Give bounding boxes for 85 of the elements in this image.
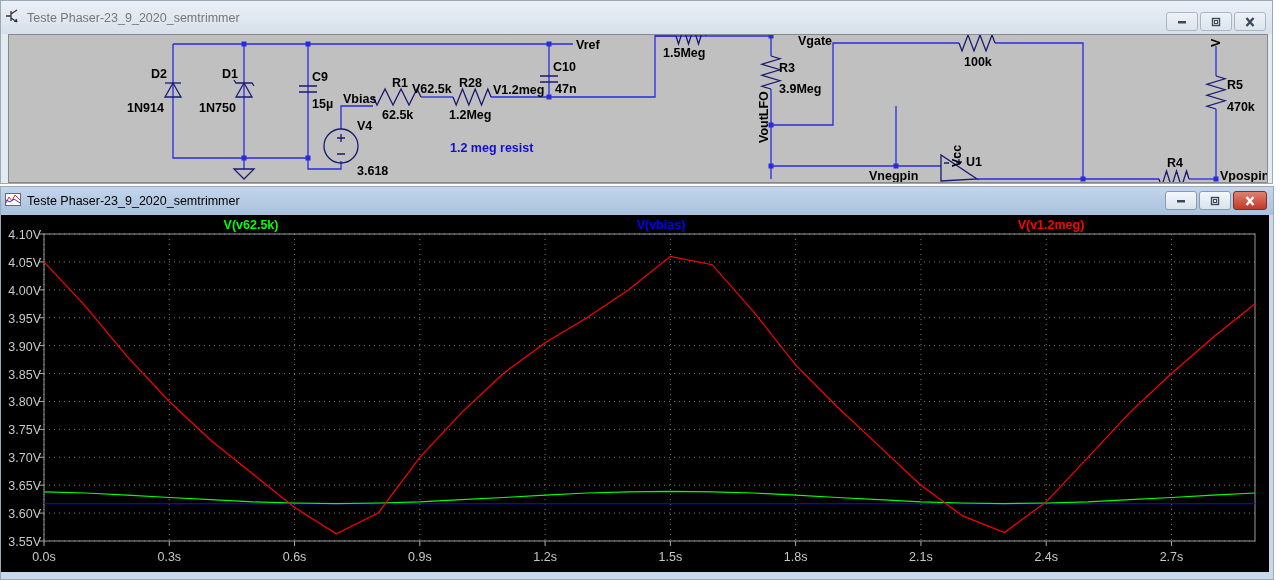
wire <box>1215 45 1217 77</box>
window-title: Teste Phaser-23_9_2020_semtrimmer <box>27 194 241 208</box>
trace-label: V(v1.2meg) <box>1017 218 1085 232</box>
maximize-icon <box>1210 16 1222 27</box>
axis-tick-label: 0.3s <box>157 550 182 564</box>
component-label: V4 <box>357 119 373 133</box>
resistor-symbol <box>1204 75 1228 110</box>
component-label: R4 <box>1167 156 1183 170</box>
axis-tick-label: 4.05V <box>8 255 41 270</box>
waveform-icon <box>5 191 21 207</box>
net-label: Vnegpin <box>869 169 919 183</box>
net-label: Vref <box>576 38 600 52</box>
wire <box>420 96 454 98</box>
resistor-symbol <box>675 34 707 47</box>
close-icon <box>1244 16 1256 27</box>
component-value: 62.5k <box>382 108 414 122</box>
component-value: 1N914 <box>127 101 164 115</box>
zener-diode-symbol <box>233 79 255 98</box>
axis-tick-label: 4.10V <box>8 228 41 242</box>
net-label: Vgate <box>798 34 833 48</box>
axis-tick-label: 1.2s <box>533 550 557 564</box>
axis-tick-label: 3.85V <box>8 367 41 382</box>
axis-tick-label: 0.6s <box>282 550 307 564</box>
resistor-symbol <box>1158 168 1190 183</box>
resistor-symbol <box>452 87 492 107</box>
component-label: R1 <box>392 76 408 90</box>
axis-tick-label: 3.95V <box>8 311 41 326</box>
trace-label: V(vbias) <box>636 218 686 232</box>
net-label: VoutLFO <box>757 91 771 143</box>
component-label: C9 <box>312 70 328 84</box>
close-icon <box>1244 195 1256 206</box>
axis-tick-label: 3.80V <box>8 395 41 410</box>
component-value: 15µ <box>312 97 334 111</box>
component-label: R5 <box>1227 78 1243 92</box>
net-label: V62.5k <box>412 82 452 96</box>
capacitor-symbol <box>298 85 318 93</box>
minimize-button[interactable] <box>1165 191 1197 210</box>
axis-tick-label: 3.65V <box>8 479 41 494</box>
component-value: 100k <box>964 55 992 69</box>
component-label: C10 <box>553 60 576 74</box>
axis-tick-label: 2.4s <box>1034 550 1059 564</box>
window-title: Teste Phaser-23_9_2020_semtrimmer <box>27 10 241 25</box>
component-value: 1.5Meg <box>663 46 706 60</box>
component-value: 3.9Meg <box>779 82 822 96</box>
net-label: Vcc <box>950 144 964 167</box>
axis-tick-label: 3.70V <box>8 451 41 466</box>
axis-tick-label: 2.1s <box>909 550 933 564</box>
component-value: 3.618 <box>357 164 389 178</box>
trace-label: V(v62.5k) <box>223 218 279 232</box>
net-label: Vbias <box>343 92 377 106</box>
component-label: D2 <box>151 67 167 81</box>
component-value: 1.2Meg <box>449 108 492 122</box>
component-label: D1 <box>222 67 238 81</box>
axis-tick-label: 1.8s <box>783 550 808 564</box>
diode-symbol <box>163 81 183 98</box>
minimize-button[interactable] <box>1166 12 1198 31</box>
capacitor-symbol <box>539 75 559 83</box>
net-label: Vpospin <box>1220 169 1268 183</box>
component-value: 470k <box>1227 100 1255 114</box>
net-label: V1.2meg <box>493 83 545 97</box>
ground-symbol <box>232 168 256 180</box>
axis-tick-label: 0.0s <box>32 550 56 564</box>
component-label: U1 <box>966 155 982 169</box>
resistor-symbol <box>958 34 996 53</box>
transistor-icon <box>5 7 21 24</box>
component-label: R28 <box>459 76 482 90</box>
axis-tick-label: 1.5s <box>658 550 683 564</box>
close-button[interactable] <box>1233 191 1267 210</box>
axis-tick-label: 3.75V <box>8 423 41 438</box>
axis-tick-label: 3.55V <box>8 535 41 549</box>
maximize-icon <box>1209 195 1221 206</box>
axis-tick-label: 4.00V <box>8 283 41 298</box>
comment-text: 1.2 meg resist <box>450 141 534 155</box>
axis-tick-label: 3.90V <box>8 339 41 354</box>
maximize-button[interactable] <box>1200 12 1232 31</box>
component-value: 47n <box>555 82 577 96</box>
maximize-button[interactable] <box>1199 191 1231 210</box>
axis-tick-label: 0.9s <box>408 550 432 564</box>
voltage-source-symbol <box>323 128 359 164</box>
close-button[interactable] <box>1234 12 1266 31</box>
axis-tick-label: 2.7s <box>1159 550 1184 564</box>
axis-tick-label: 3.60V <box>8 507 41 522</box>
component-value: 1N750 <box>199 101 236 115</box>
component-label: R3 <box>779 61 795 75</box>
net-label: V <box>1209 38 1223 47</box>
